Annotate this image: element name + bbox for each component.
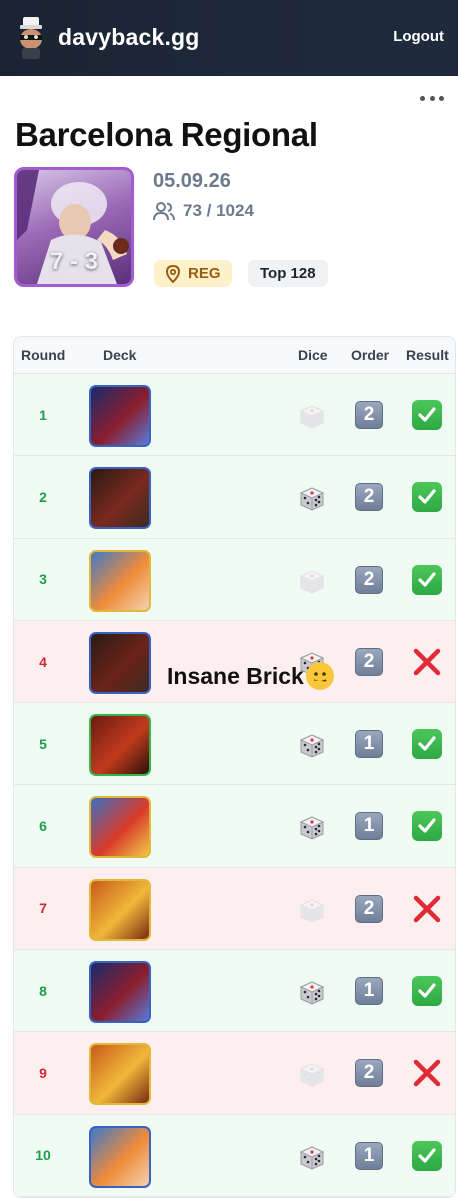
table-row[interactable]: 10 1 [14,1114,455,1197]
play-order-badge: 2 [355,647,383,676]
deck-leader-icon[interactable] [89,1125,151,1188]
table-row[interactable]: 12 [14,374,455,457]
header-deck: Deck [103,347,137,363]
win-check-icon [412,564,442,595]
play-order-badge: 2 [355,1059,383,1088]
player-count-text: 73 / 1024 [183,201,254,220]
deck-leader-icon[interactable] [89,714,151,777]
location-pin-icon [165,264,181,283]
dice-icon [299,734,325,758]
deck-leader-icon[interactable] [89,631,151,694]
table-row[interactable]: 22 [14,456,455,539]
round-number: 7 [39,900,47,917]
round-number: 9 [39,1065,47,1082]
melting-face-icon [305,662,334,690]
dice-icon [299,1063,325,1087]
deck-leader-icon[interactable] [89,467,151,530]
round-number: 8 [39,982,47,999]
leader-avatar: 7 - 3 [14,167,134,287]
round-number: 6 [39,818,47,835]
event-type-badge: REG [154,260,232,287]
win-check-icon [412,482,442,513]
round-number: 4 [39,653,47,670]
win-check-icon [412,1140,442,1171]
users-icon [153,202,175,221]
dice-icon [299,570,325,594]
win-check-icon [412,811,442,842]
annotation-text: Insane Brick [167,662,304,689]
header-result: Result [406,347,449,363]
play-order-badge: 1 [355,812,383,841]
play-order-badge: 2 [355,483,383,512]
table-row[interactable]: 32 [14,538,455,621]
round-number: 10 [35,1147,51,1164]
dice-icon [299,1146,325,1170]
brand-name[interactable]: davyback.gg [58,24,200,51]
logout-button[interactable]: Logout [393,28,444,45]
table-row[interactable]: 72 [14,867,455,951]
play-order-badge: 1 [355,730,383,759]
play-order-badge: 2 [355,401,383,429]
placement-label: Top 128 [260,265,316,282]
deck-leader-icon[interactable] [89,549,151,612]
dice-icon [299,981,325,1005]
table-row[interactable]: 81 [14,950,455,1033]
pirate-logo-icon[interactable] [14,16,48,60]
results-table: Round Deck Dice Order Result 12223242516… [13,336,456,1198]
loss-cross-icon [413,648,441,676]
deck-leader-icon[interactable] [89,796,151,859]
header-round: Round [21,347,66,363]
win-check-icon [412,400,442,430]
table-row[interactable]: 61 [14,785,455,868]
annotation-overlay: Insane Brick [167,662,334,690]
dice-icon [299,487,325,511]
event-date: 05.09.26 [153,170,231,192]
player-count: 73 / 1024 [153,201,254,221]
play-order-badge: 2 [355,894,383,923]
header-order: Order [351,347,390,363]
header-dice: Dice [298,347,328,363]
table-row[interactable]: 92 [14,1032,455,1115]
top-navigation-bar: davyback.gg Logout [0,0,458,76]
loss-cross-icon [413,895,441,923]
round-number: 1 [39,406,47,423]
loss-cross-icon [413,1060,441,1087]
win-check-icon [412,976,442,1007]
win-check-icon [412,729,442,760]
page-title: Barcelona Regional [15,116,318,153]
deck-leader-icon[interactable] [89,961,151,1024]
record-score: 7 - 3 [49,248,99,275]
table-body: 1 2 2 2 3 2 4 2 5 1 6 1 7 2 8 1 9 2 10 1 [14,374,455,1197]
dice-icon [299,816,325,841]
dice-icon [299,899,325,923]
table-row[interactable]: 51 [14,703,455,786]
deck-leader-icon[interactable] [89,878,151,941]
table-header: Round Deck Dice Order Result [14,337,455,374]
more-options-icon[interactable] [420,90,444,106]
round-number: 3 [39,571,47,588]
deck-leader-icon[interactable] [89,1043,151,1106]
round-number: 5 [39,735,47,752]
event-type-label: REG [188,265,221,282]
round-number: 2 [39,488,47,505]
play-order-badge: 1 [355,1141,383,1170]
play-order-badge: 2 [355,565,383,594]
deck-leader-icon[interactable] [89,385,151,447]
play-order-badge: 1 [355,977,383,1006]
placement-badge: Top 128 [248,260,328,287]
dice-icon [299,405,325,429]
